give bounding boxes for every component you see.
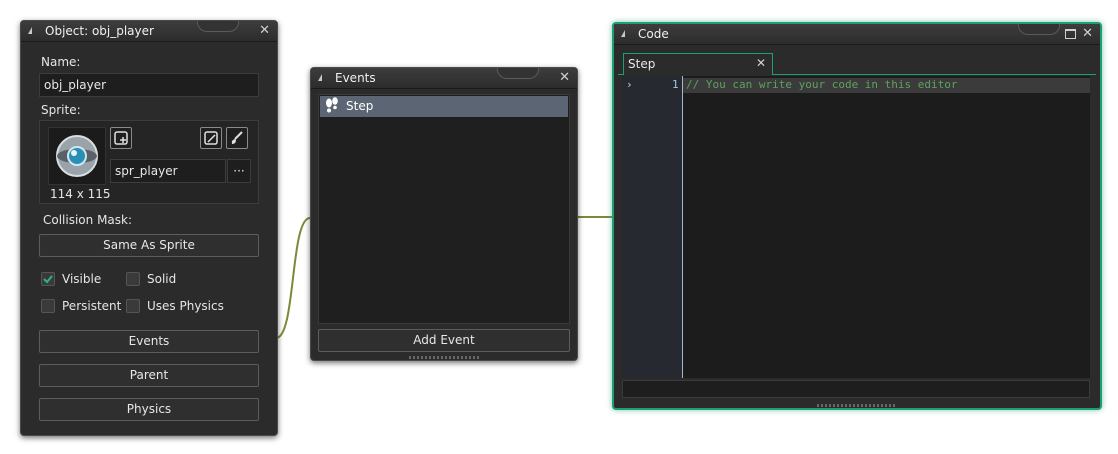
sprite-preview[interactable] [48, 127, 106, 185]
name-input[interactable]: obj_player [39, 73, 259, 97]
events-panel-titlebar[interactable]: Events ✕ [311, 68, 577, 89]
sprite-thumbnail-icon [56, 135, 98, 177]
collapse-triangle-icon[interactable] [28, 27, 32, 34]
resize-grip[interactable] [817, 404, 897, 407]
uses-physics-label: Uses Physics [147, 299, 224, 313]
solid-checkbox[interactable] [126, 272, 140, 286]
checkmark-icon [43, 275, 53, 284]
titlebar-notch [497, 68, 539, 79]
add-event-button[interactable]: Add Event [318, 329, 570, 352]
sprite-box: 114 x 115 spr_player ··· [39, 120, 259, 204]
sprite-input[interactable]: spr_player [110, 159, 226, 183]
titlebar-notch [1018, 24, 1060, 35]
event-item-label: Step [346, 99, 374, 113]
parent-button[interactable]: Parent [39, 364, 259, 387]
visible-checkbox[interactable] [41, 272, 55, 286]
uses-physics-checkbox[interactable] [126, 299, 140, 313]
fold-marker-icon: › [626, 78, 633, 91]
code-status-bar [622, 380, 1090, 398]
close-icon[interactable]: ✕ [1082, 26, 1093, 41]
edit-sprite-button[interactable] [200, 127, 222, 149]
code-panel-title: Code [638, 27, 669, 41]
event-item-step[interactable]: Step [320, 96, 568, 117]
code-line: // You can write your code in this edito… [686, 78, 958, 91]
line-number: 1 [672, 78, 679, 91]
visible-label: Visible [62, 272, 102, 286]
edit-image-icon [204, 131, 218, 145]
paintbrush-icon [231, 131, 243, 144]
paint-sprite-button[interactable] [226, 127, 248, 149]
sprite-menu-button[interactable]: ··· [227, 159, 251, 183]
persistent-label: Persistent [62, 299, 122, 313]
events-panel: Events ✕ Step Add Event [310, 67, 578, 361]
collapse-triangle-icon[interactable] [318, 74, 322, 81]
close-icon[interactable]: ✕ [559, 70, 570, 85]
solid-label: Solid [147, 272, 177, 286]
line-gutter [622, 76, 683, 378]
new-sprite-icon [114, 131, 128, 145]
events-list: Step [318, 94, 570, 324]
connector-object-events [275, 217, 311, 339]
tab-close-icon[interactable]: ✕ [756, 56, 766, 70]
name-label: Name: [41, 55, 81, 69]
collision-mask-button[interactable]: Same As Sprite [39, 234, 259, 257]
maximize-icon[interactable] [1065, 29, 1076, 39]
object-panel: Object: obj_player ✕ Name: obj_player Sp… [20, 20, 278, 436]
collapse-triangle-icon[interactable] [621, 30, 625, 37]
code-editor[interactable]: › 1 // You can write your code in this e… [622, 76, 1090, 378]
code-panel: Code ✕ Step ✕ › 1 // You can write your … [612, 22, 1102, 410]
new-sprite-button[interactable] [110, 127, 132, 149]
titlebar-notch [197, 21, 239, 32]
events-panel-title: Events [335, 71, 376, 85]
code-panel-titlebar[interactable]: Code ✕ [614, 24, 1100, 45]
persistent-checkbox[interactable] [41, 299, 55, 313]
sprite-label: Sprite: [41, 103, 81, 117]
object-panel-title: Object: obj_player [45, 24, 154, 38]
code-tab-step[interactable]: Step ✕ [623, 53, 773, 75]
resize-grip[interactable] [409, 356, 479, 359]
sprite-size: 114 x 115 [50, 187, 111, 201]
events-button[interactable]: Events [39, 330, 259, 353]
collision-mask-label: Collision Mask: [43, 213, 133, 227]
physics-button[interactable]: Physics [39, 398, 259, 421]
code-tab-label: Step [628, 57, 656, 71]
close-icon[interactable]: ✕ [259, 23, 270, 38]
object-panel-titlebar[interactable]: Object: obj_player ✕ [21, 21, 277, 42]
footprints-icon [326, 97, 338, 113]
